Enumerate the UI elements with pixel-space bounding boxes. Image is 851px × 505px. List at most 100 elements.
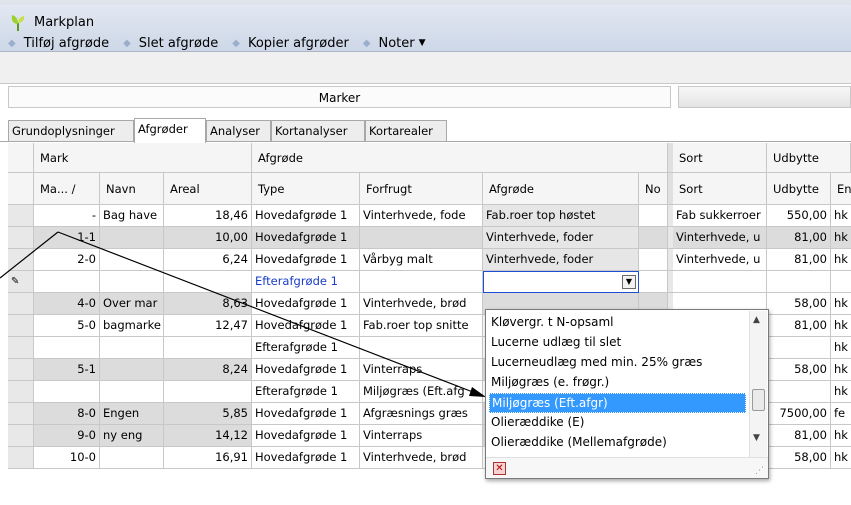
grid-cell-forfrugt[interactable]: Vårbyg malt xyxy=(360,249,483,271)
grid-cell-en[interactable]: hk xyxy=(831,447,851,469)
scroll-down-icon[interactable]: ▼ xyxy=(753,433,760,443)
grid-cell-forfrugt[interactable]: Afgræsnings græs xyxy=(360,403,483,425)
grid-cell-areal[interactable]: 5,85 xyxy=(164,403,252,425)
grid-cell-navn[interactable]: Engen xyxy=(100,403,164,425)
grid-cell-en[interactable] xyxy=(831,271,851,293)
tab-kortarealer[interactable]: Kortarealer xyxy=(365,120,447,142)
grid-cell-en[interactable]: hk xyxy=(831,227,851,249)
grid-cell-forfrugt[interactable]: Vinterhvede, fode xyxy=(360,205,483,227)
grid-cell-no[interactable] xyxy=(639,205,668,227)
grid-cell-en[interactable]: fe xyxy=(831,403,851,425)
grid-cell-ma[interactable]: 9-0 xyxy=(34,425,100,447)
grid-cell-ma[interactable]: 10-0 xyxy=(34,447,100,469)
scroll-thumb[interactable] xyxy=(752,389,765,411)
grid-cell-areal[interactable]: 12,47 xyxy=(164,315,252,337)
copy-crops-button[interactable]: ◆ Kopier afgrøder xyxy=(232,36,349,51)
grid-cell-afgrode[interactable]: Vinterhvede, foder xyxy=(483,249,639,271)
grid-cell-navn[interactable] xyxy=(100,337,164,359)
col-forfrugt[interactable]: Forfrugt xyxy=(360,173,483,204)
marker-header-bar[interactable]: Marker xyxy=(8,86,671,108)
col-en[interactable]: En xyxy=(831,173,851,204)
grid-cell-ma[interactable] xyxy=(34,381,100,403)
grid-cell-type[interactable]: Hovedafgrøde 1 xyxy=(252,403,360,425)
grid-cell-sort[interactable]: Vinterhvede, u xyxy=(673,227,767,249)
grid-cell-udbytte[interactable] xyxy=(767,381,831,403)
grid-cell-type[interactable]: Hovedafgrøde 1 xyxy=(252,293,360,315)
dropdown-option[interactable]: Kløvergr. t N-opsaml xyxy=(489,313,746,333)
grid-cell-udbytte[interactable]: 81,00 xyxy=(767,227,831,249)
grid-cell-type[interactable]: Efterafgrøde 1 xyxy=(252,381,360,403)
grid-cell-navn[interactable]: Over mar xyxy=(100,293,164,315)
dropdown-option[interactable]: Miljøgræs (Eft.afgr) xyxy=(489,393,746,413)
grid-cell-en[interactable]: hk xyxy=(831,249,851,271)
tab-grundoplysninger[interactable]: Grundoplysninger xyxy=(8,120,134,142)
grid-cell-sort[interactable] xyxy=(673,271,767,293)
col-areal[interactable]: Areal xyxy=(164,173,252,204)
grid-cell-afgrode[interactable]: Fab.roer top høstet xyxy=(483,205,639,227)
grid-cell-ma[interactable]: 5-1 xyxy=(34,359,100,381)
grid-cell-udbytte[interactable] xyxy=(767,337,831,359)
grid-cell-forfrugt[interactable]: Fab.roer top snitte xyxy=(360,315,483,337)
grid-cell-areal[interactable] xyxy=(164,337,252,359)
grid-cell-areal[interactable]: 6,24 xyxy=(164,249,252,271)
grid-cell-ma[interactable]: 1-1 xyxy=(34,227,100,249)
grid-cell-areal[interactable] xyxy=(164,381,252,403)
grid-cell-navn[interactable] xyxy=(100,381,164,403)
grid-cell-udbytte[interactable]: 58,00 xyxy=(767,447,831,469)
grid-cell-type[interactable]: Hovedafgrøde 1 xyxy=(252,227,360,249)
grid-cell-areal[interactable]: 16,91 xyxy=(164,447,252,469)
add-crop-button[interactable]: ◆ Tilføj afgrøde xyxy=(8,36,109,51)
grid-cell-en[interactable]: hk xyxy=(831,205,851,227)
grid-cell-sort[interactable]: Fab sukkerroer xyxy=(673,205,767,227)
col-udbytte[interactable]: Udbytte xyxy=(767,173,831,204)
grid-cell-afgrode[interactable]: Vinterhvede, foder xyxy=(483,227,639,249)
col-navn[interactable]: Navn xyxy=(100,173,164,204)
dropdown-option[interactable]: Lucerneudlæg med min. 25% græs xyxy=(489,353,746,373)
grid-cell-ma[interactable]: 4-0 xyxy=(34,293,100,315)
grid-cell-ma[interactable]: 5-0 xyxy=(34,315,100,337)
grid-cell-navn[interactable]: Bag have xyxy=(100,205,164,227)
grid-cell-afgrode[interactable]: ▼ xyxy=(483,271,639,293)
col-ma[interactable]: Ma... / xyxy=(34,173,100,204)
grid-cell-udbytte[interactable]: 81,00 xyxy=(767,249,831,271)
grid-cell-sort[interactable]: Vinterhvede, u xyxy=(673,249,767,271)
grid-cell-navn[interactable] xyxy=(100,271,164,293)
close-icon[interactable]: ✕ xyxy=(493,462,506,475)
grid-cell-udbytte[interactable]: 81,00 xyxy=(767,315,831,337)
grid-cell-navn[interactable] xyxy=(100,249,164,271)
grid-cell-navn[interactable]: ny eng xyxy=(100,425,164,447)
grid-cell-udbytte[interactable] xyxy=(767,271,831,293)
grid-cell-areal[interactable]: 8,63 xyxy=(164,293,252,315)
grid-cell-en[interactable]: hk xyxy=(831,293,851,315)
grid-cell-forfrugt[interactable]: Miljøgræs (Eft.afg xyxy=(360,381,483,403)
grid-cell-type[interactable]: Hovedafgrøde 1 xyxy=(252,315,360,337)
col-afgrode[interactable]: Afgrøde xyxy=(483,173,639,204)
grid-cell-ma[interactable]: 2-0 xyxy=(34,249,100,271)
grid-cell-navn[interactable] xyxy=(100,447,164,469)
grid-cell-areal[interactable] xyxy=(164,271,252,293)
scroll-up-icon[interactable]: ▲ xyxy=(753,315,760,325)
grid-cell-ma[interactable] xyxy=(34,271,100,293)
grid-cell-type[interactable]: Efterafgrøde 1 xyxy=(252,337,360,359)
grid-cell-ma[interactable]: 8-0 xyxy=(34,403,100,425)
grid-cell-type[interactable]: Hovedafgrøde 1 xyxy=(252,447,360,469)
grid-cell-forfrugt[interactable]: Vinterraps xyxy=(360,359,483,381)
delete-crop-button[interactable]: ◆ Slet afgrøde xyxy=(123,36,218,51)
grid-cell-forfrugt[interactable] xyxy=(360,337,483,359)
grid-cell-forfrugt[interactable] xyxy=(360,227,483,249)
grid-cell-no[interactable] xyxy=(639,249,668,271)
grid-cell-en[interactable]: hk xyxy=(831,359,851,381)
grid-cell-forfrugt[interactable]: Vinterhvede, brød xyxy=(360,293,483,315)
grid-cell-no[interactable] xyxy=(639,227,668,249)
grid-cell-areal[interactable]: 18,46 xyxy=(164,205,252,227)
grid-cell-forfrugt[interactable] xyxy=(360,271,483,293)
grid-cell-ma[interactable] xyxy=(34,337,100,359)
dropdown-option[interactable]: Olieræddike (Mellemafgrøde) xyxy=(489,433,746,453)
grid-cell-no[interactable] xyxy=(639,271,668,293)
dropdown-option[interactable]: Olieræddike (E) xyxy=(489,413,746,433)
grid-cell-navn[interactable]: bagmarke xyxy=(100,315,164,337)
grid-cell-areal[interactable]: 8,24 xyxy=(164,359,252,381)
grid-cell-en[interactable]: hk xyxy=(831,315,851,337)
grid-cell-udbytte[interactable]: 7500,00 xyxy=(767,403,831,425)
grid-cell-ma[interactable]: - xyxy=(34,205,100,227)
